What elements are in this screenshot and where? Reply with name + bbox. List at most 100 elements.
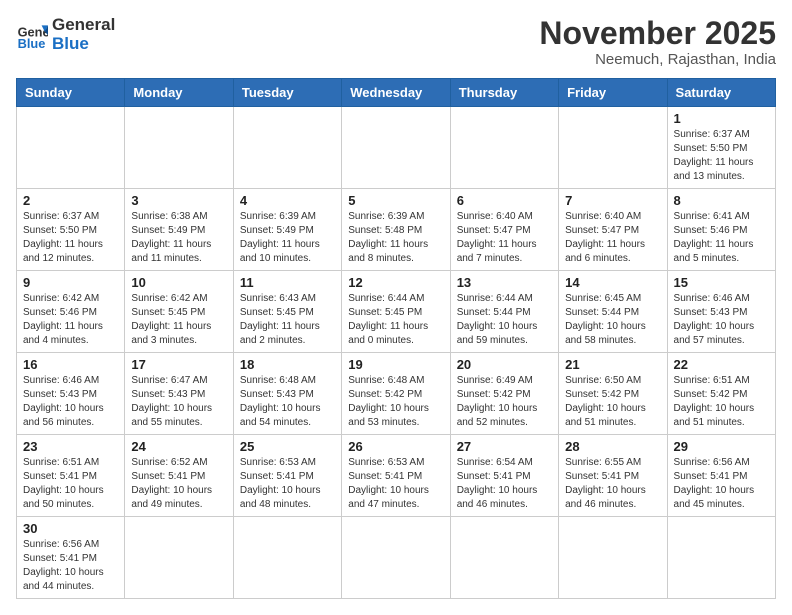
calendar-cell: 21 Sunrise: 6:50 AM Sunset: 5:42 PM Dayli… xyxy=(559,353,667,435)
day-info: Sunrise: 6:48 AM Sunset: 5:43 PM Dayligh… xyxy=(240,374,335,430)
week-row-5: 23Sunrise: 6:51 AM Sunset: 5:41 PM Dayli… xyxy=(17,435,776,517)
day-info: Sunrise: 6:40 AM Sunset: 5:47 PM Dayligh… xyxy=(457,210,552,266)
calendar-cell: 16 Sunrise: 6:46 AM Sunset: 5:43 PM Dayli… xyxy=(17,353,125,435)
calendar-cell: 18 Sunrise: 6:48 AM Sunset: 5:43 PM Dayli… xyxy=(233,353,341,435)
day-info: Sunrise: 6:53 AM Sunset: 5:41 PM Dayligh… xyxy=(348,456,443,512)
day-info: Sunrise: 6:51 AM Sunset: 5:41 PM Dayligh… xyxy=(23,456,118,512)
day-info: Sunrise: 6:52 AM Sunset: 5:41 PM Dayligh… xyxy=(131,456,226,512)
svg-text:Blue: Blue xyxy=(18,35,46,50)
day-info: Sunrise: 6:47 AM Sunset: 5:43 PM Dayligh… xyxy=(131,374,226,430)
calendar-cell: 7 Sunrise: 6:40 AM Sunset: 5:47 PM Daylig… xyxy=(559,189,667,271)
day-info: Sunrise: 6:39 AM Sunset: 5:49 PM Dayligh… xyxy=(240,210,335,266)
calendar-table: SundayMondayTuesdayWednesdayThursdayFrid… xyxy=(16,78,776,599)
day-number: 5 xyxy=(348,193,443,208)
weekday-header-friday: Friday xyxy=(559,79,667,107)
day-number: 21 xyxy=(565,357,660,372)
calendar-cell: 25Sunrise: 6:53 AM Sunset: 5:41 PM Dayli… xyxy=(233,435,341,517)
day-info: Sunrise: 6:56 AM Sunset: 5:41 PM Dayligh… xyxy=(674,456,769,512)
calendar-cell: 20 Sunrise: 6:49 AM Sunset: 5:42 PM Dayli… xyxy=(450,353,558,435)
day-info: Sunrise: 6:40 AM Sunset: 5:47 PM Dayligh… xyxy=(565,210,660,266)
calendar-cell xyxy=(450,107,558,189)
calendar-cell: 9 Sunrise: 6:42 AM Sunset: 5:46 PM Daylig… xyxy=(17,271,125,353)
day-info: Sunrise: 6:45 AM Sunset: 5:44 PM Dayligh… xyxy=(565,292,660,348)
day-number: 8 xyxy=(674,193,769,208)
location: Neemuch, Rajasthan, India xyxy=(539,51,776,68)
weekday-header-row: SundayMondayTuesdayWednesdayThursdayFrid… xyxy=(17,79,776,107)
calendar-cell xyxy=(342,107,450,189)
day-number: 28 xyxy=(565,439,660,454)
day-info: Sunrise: 6:38 AM Sunset: 5:49 PM Dayligh… xyxy=(131,210,226,266)
calendar-cell: 4 Sunrise: 6:39 AM Sunset: 5:49 PM Daylig… xyxy=(233,189,341,271)
page-header: General Blue General Blue November 2025 … xyxy=(16,16,776,68)
day-number: 6 xyxy=(457,193,552,208)
day-info: Sunrise: 6:50 AM Sunset: 5:42 PM Dayligh… xyxy=(565,374,660,430)
day-number: 9 xyxy=(23,275,118,290)
day-info: Sunrise: 6:51 AM Sunset: 5:42 PM Dayligh… xyxy=(674,374,769,430)
calendar-cell: 5Sunrise: 6:39 AM Sunset: 5:48 PM Daylig… xyxy=(342,189,450,271)
day-number: 20 xyxy=(457,357,552,372)
day-info: Sunrise: 6:48 AM Sunset: 5:42 PM Dayligh… xyxy=(348,374,443,430)
day-number: 17 xyxy=(131,357,226,372)
calendar-cell xyxy=(559,107,667,189)
day-number: 18 xyxy=(240,357,335,372)
day-number: 12 xyxy=(348,275,443,290)
day-number: 2 xyxy=(23,193,118,208)
day-number: 7 xyxy=(565,193,660,208)
day-number: 14 xyxy=(565,275,660,290)
day-info: Sunrise: 6:43 AM Sunset: 5:45 PM Dayligh… xyxy=(240,292,335,348)
logo-blue: Blue xyxy=(52,35,115,54)
day-number: 25 xyxy=(240,439,335,454)
logo-general: General xyxy=(52,16,115,35)
day-info: Sunrise: 6:55 AM Sunset: 5:41 PM Dayligh… xyxy=(565,456,660,512)
calendar-cell xyxy=(342,517,450,599)
calendar-cell xyxy=(233,107,341,189)
calendar-cell: 23Sunrise: 6:51 AM Sunset: 5:41 PM Dayli… xyxy=(17,435,125,517)
title-area: November 2025 Neemuch, Rajasthan, India xyxy=(539,16,776,68)
day-info: Sunrise: 6:54 AM Sunset: 5:41 PM Dayligh… xyxy=(457,456,552,512)
day-number: 4 xyxy=(240,193,335,208)
day-info: Sunrise: 6:41 AM Sunset: 5:46 PM Dayligh… xyxy=(674,210,769,266)
day-number: 29 xyxy=(674,439,769,454)
day-info: Sunrise: 6:37 AM Sunset: 5:50 PM Dayligh… xyxy=(674,128,769,184)
day-info: Sunrise: 6:44 AM Sunset: 5:45 PM Dayligh… xyxy=(348,292,443,348)
day-number: 11 xyxy=(240,275,335,290)
month-title: November 2025 xyxy=(539,16,776,51)
day-info: Sunrise: 6:42 AM Sunset: 5:45 PM Dayligh… xyxy=(131,292,226,348)
day-info: Sunrise: 6:37 AM Sunset: 5:50 PM Dayligh… xyxy=(23,210,118,266)
day-info: Sunrise: 6:42 AM Sunset: 5:46 PM Dayligh… xyxy=(23,292,118,348)
weekday-header-monday: Monday xyxy=(125,79,233,107)
calendar-cell xyxy=(17,107,125,189)
day-number: 30 xyxy=(23,521,118,536)
calendar-cell: 11 Sunrise: 6:43 AM Sunset: 5:45 PM Dayli… xyxy=(233,271,341,353)
calendar-cell: 17 Sunrise: 6:47 AM Sunset: 5:43 PM Dayli… xyxy=(125,353,233,435)
week-row-6: 30 Sunrise: 6:56 AM Sunset: 5:41 PM Dayli… xyxy=(17,517,776,599)
day-info: Sunrise: 6:46 AM Sunset: 5:43 PM Dayligh… xyxy=(23,374,118,430)
day-number: 3 xyxy=(131,193,226,208)
week-row-3: 9 Sunrise: 6:42 AM Sunset: 5:46 PM Daylig… xyxy=(17,271,776,353)
day-number: 19 xyxy=(348,357,443,372)
day-number: 24 xyxy=(131,439,226,454)
weekday-header-tuesday: Tuesday xyxy=(233,79,341,107)
calendar-cell: 13Sunrise: 6:44 AM Sunset: 5:44 PM Dayli… xyxy=(450,271,558,353)
calendar-cell: 27Sunrise: 6:54 AM Sunset: 5:41 PM Dayli… xyxy=(450,435,558,517)
calendar-cell: 2 Sunrise: 6:37 AM Sunset: 5:50 PM Daylig… xyxy=(17,189,125,271)
day-number: 1 xyxy=(674,111,769,126)
day-info: Sunrise: 6:56 AM Sunset: 5:41 PM Dayligh… xyxy=(23,538,118,594)
week-row-2: 2 Sunrise: 6:37 AM Sunset: 5:50 PM Daylig… xyxy=(17,189,776,271)
day-number: 15 xyxy=(674,275,769,290)
day-number: 22 xyxy=(674,357,769,372)
day-number: 16 xyxy=(23,357,118,372)
day-info: Sunrise: 6:49 AM Sunset: 5:42 PM Dayligh… xyxy=(457,374,552,430)
week-row-1: 1 Sunrise: 6:37 AM Sunset: 5:50 PM Daylig… xyxy=(17,107,776,189)
calendar-cell xyxy=(450,517,558,599)
calendar-cell xyxy=(667,517,775,599)
calendar-cell: 22 Sunrise: 6:51 AM Sunset: 5:42 PM Dayli… xyxy=(667,353,775,435)
calendar-cell: 1 Sunrise: 6:37 AM Sunset: 5:50 PM Daylig… xyxy=(667,107,775,189)
weekday-header-saturday: Saturday xyxy=(667,79,775,107)
weekday-header-wednesday: Wednesday xyxy=(342,79,450,107)
calendar-cell xyxy=(125,107,233,189)
calendar-cell: 3 Sunrise: 6:38 AM Sunset: 5:49 PM Daylig… xyxy=(125,189,233,271)
calendar-cell: 8 Sunrise: 6:41 AM Sunset: 5:46 PM Daylig… xyxy=(667,189,775,271)
calendar-cell: 30 Sunrise: 6:56 AM Sunset: 5:41 PM Dayli… xyxy=(17,517,125,599)
calendar-cell: 28 Sunrise: 6:55 AM Sunset: 5:41 PM Dayli… xyxy=(559,435,667,517)
